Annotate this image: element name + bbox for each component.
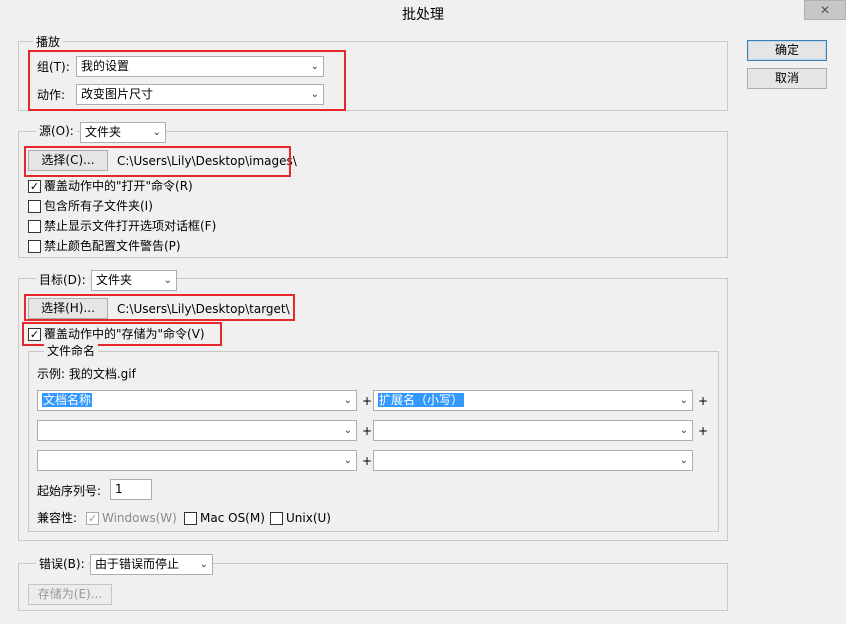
- naming-field-1[interactable]: 文档名称 ⌄: [37, 390, 357, 411]
- errors-legend: 错误(B):: [36, 556, 88, 576]
- source-label: 源(O):: [39, 124, 74, 138]
- chevron-down-icon: ⌄: [163, 275, 172, 286]
- save-as-button[interactable]: 存储为(E)...: [28, 584, 112, 605]
- plus-sign: +: [362, 454, 373, 468]
- compat-unix-checkbox[interactable]: Unix(U): [270, 510, 331, 526]
- plus-sign: +: [698, 424, 709, 438]
- chevron-down-icon: ⌄: [343, 395, 352, 406]
- chevron-down-icon: ⌄: [343, 455, 352, 466]
- compat-macos-checkbox[interactable]: Mac OS(M): [184, 510, 265, 526]
- ok-button[interactable]: 确定: [747, 40, 827, 61]
- checkbox-icon: [28, 199, 41, 213]
- include-subfolders-checkbox[interactable]: 包含所有子文件夹(I): [28, 198, 153, 214]
- serial-label: 起始序列号:: [37, 484, 102, 498]
- plus-sign: +: [362, 424, 373, 438]
- target-label: 目标(D):: [39, 273, 86, 287]
- chevron-down-icon: ⌄: [679, 425, 688, 436]
- checkbox-icon: ✓: [86, 511, 99, 525]
- window-title: 批处理: [402, 7, 444, 23]
- checkbox-icon: ✓: [28, 179, 41, 193]
- source-select[interactable]: 文件夹 ⌄: [80, 122, 166, 143]
- naming-field-5[interactable]: ⌄: [37, 450, 357, 471]
- close-icon: ✕: [819, 3, 831, 17]
- checkbox-icon: [28, 219, 41, 233]
- errors-label: 错误(B):: [39, 557, 85, 571]
- plus-sign: +: [698, 394, 709, 408]
- chevron-down-icon: ⌄: [679, 455, 688, 466]
- chevron-down-icon: ⌄: [199, 559, 208, 570]
- plus-sign: +: [362, 394, 373, 408]
- highlight-box-source: [24, 146, 291, 177]
- naming-field-6[interactable]: ⌄: [373, 450, 693, 471]
- chevron-down-icon: ⌄: [343, 425, 352, 436]
- checkbox-icon: [28, 239, 41, 253]
- checkbox-icon: [184, 511, 197, 525]
- naming-field-4[interactable]: ⌄: [373, 420, 693, 441]
- chevron-down-icon: ⌄: [679, 395, 688, 406]
- target-select[interactable]: 文件夹 ⌄: [91, 270, 177, 291]
- chevron-down-icon: ⌄: [152, 127, 161, 138]
- target-legend: 目标(D):: [36, 272, 89, 292]
- cancel-button[interactable]: 取消: [747, 68, 827, 89]
- serial-input[interactable]: 1: [110, 479, 152, 500]
- naming-example: 示例: 我的文档.gif: [37, 367, 136, 381]
- compat-label: 兼容性:: [37, 511, 78, 525]
- naming-field-2[interactable]: 扩展名（小写） ⌄: [373, 390, 693, 411]
- highlight-box-play: [28, 50, 346, 111]
- compat-windows-checkbox[interactable]: ✓ Windows(W): [86, 510, 177, 526]
- source-legend: 源(O):: [36, 123, 77, 143]
- naming-field-3[interactable]: ⌄: [37, 420, 357, 441]
- suppress-open-dialog-checkbox[interactable]: 禁止显示文件打开选项对话框(F): [28, 218, 216, 234]
- errors-select[interactable]: 由于错误而停止 ⌄: [90, 554, 213, 575]
- override-open-checkbox[interactable]: ✓ 覆盖动作中的"打开"命令(R): [28, 178, 193, 194]
- play-legend: 播放: [33, 34, 64, 50]
- close-button[interactable]: ✕: [804, 0, 846, 20]
- checkbox-icon: [270, 511, 283, 525]
- naming-legend: 文件命名: [44, 343, 99, 359]
- suppress-color-warning-checkbox[interactable]: 禁止颜色配置文件警告(P): [28, 238, 181, 254]
- highlight-box-target: [24, 294, 295, 321]
